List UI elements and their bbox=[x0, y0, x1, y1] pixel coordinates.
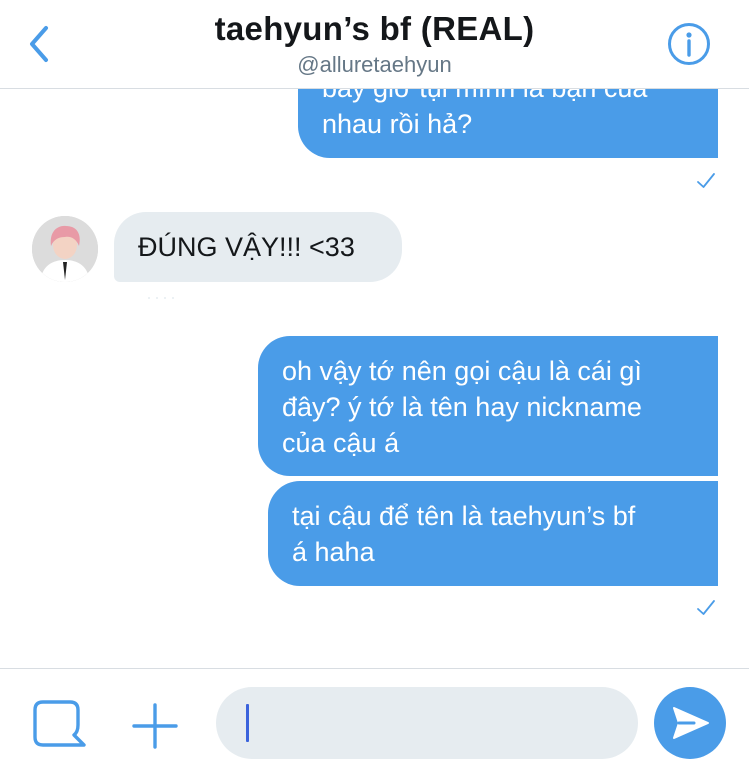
send-arrow-icon bbox=[673, 707, 709, 739]
conversation-header: taehyun’s bf (REAL) @alluretaehyun bbox=[0, 0, 749, 89]
add-media-button[interactable] bbox=[130, 701, 180, 751]
message-bubble-outgoing: oh vậy tớ nên gọi cậu là cái gì đây? ý t… bbox=[258, 336, 718, 476]
sender-avatar[interactable] bbox=[32, 216, 98, 282]
info-icon bbox=[668, 23, 710, 65]
typing-residue bbox=[148, 297, 174, 299]
dm-conversation-screen: bây giờ tụi mình là bạn của nhau rồi hả?… bbox=[0, 0, 749, 775]
conversation-title[interactable]: taehyun’s bf (REAL) bbox=[0, 10, 749, 48]
read-checkmark-icon bbox=[697, 600, 715, 615]
message-input[interactable] bbox=[216, 687, 638, 759]
message-bubble-outgoing: tại cậu để tên là taehyun’s bf á haha bbox=[268, 481, 718, 586]
gif-button[interactable] bbox=[30, 699, 88, 749]
message-bubble-incoming: ĐÚNG VẬY!!! <33 bbox=[114, 212, 402, 282]
avatar-image bbox=[32, 216, 98, 282]
message-composer bbox=[0, 668, 749, 775]
conversation-handle[interactable]: @alluretaehyun bbox=[0, 52, 749, 78]
text-caret bbox=[246, 704, 249, 742]
gif-square-icon bbox=[33, 700, 86, 747]
info-button[interactable] bbox=[667, 22, 711, 66]
message-list[interactable]: bây giờ tụi mình là bạn của nhau rồi hả?… bbox=[0, 0, 749, 668]
read-checkmark-icon bbox=[697, 173, 715, 188]
plus-icon bbox=[132, 703, 178, 749]
send-button[interactable] bbox=[654, 687, 726, 759]
